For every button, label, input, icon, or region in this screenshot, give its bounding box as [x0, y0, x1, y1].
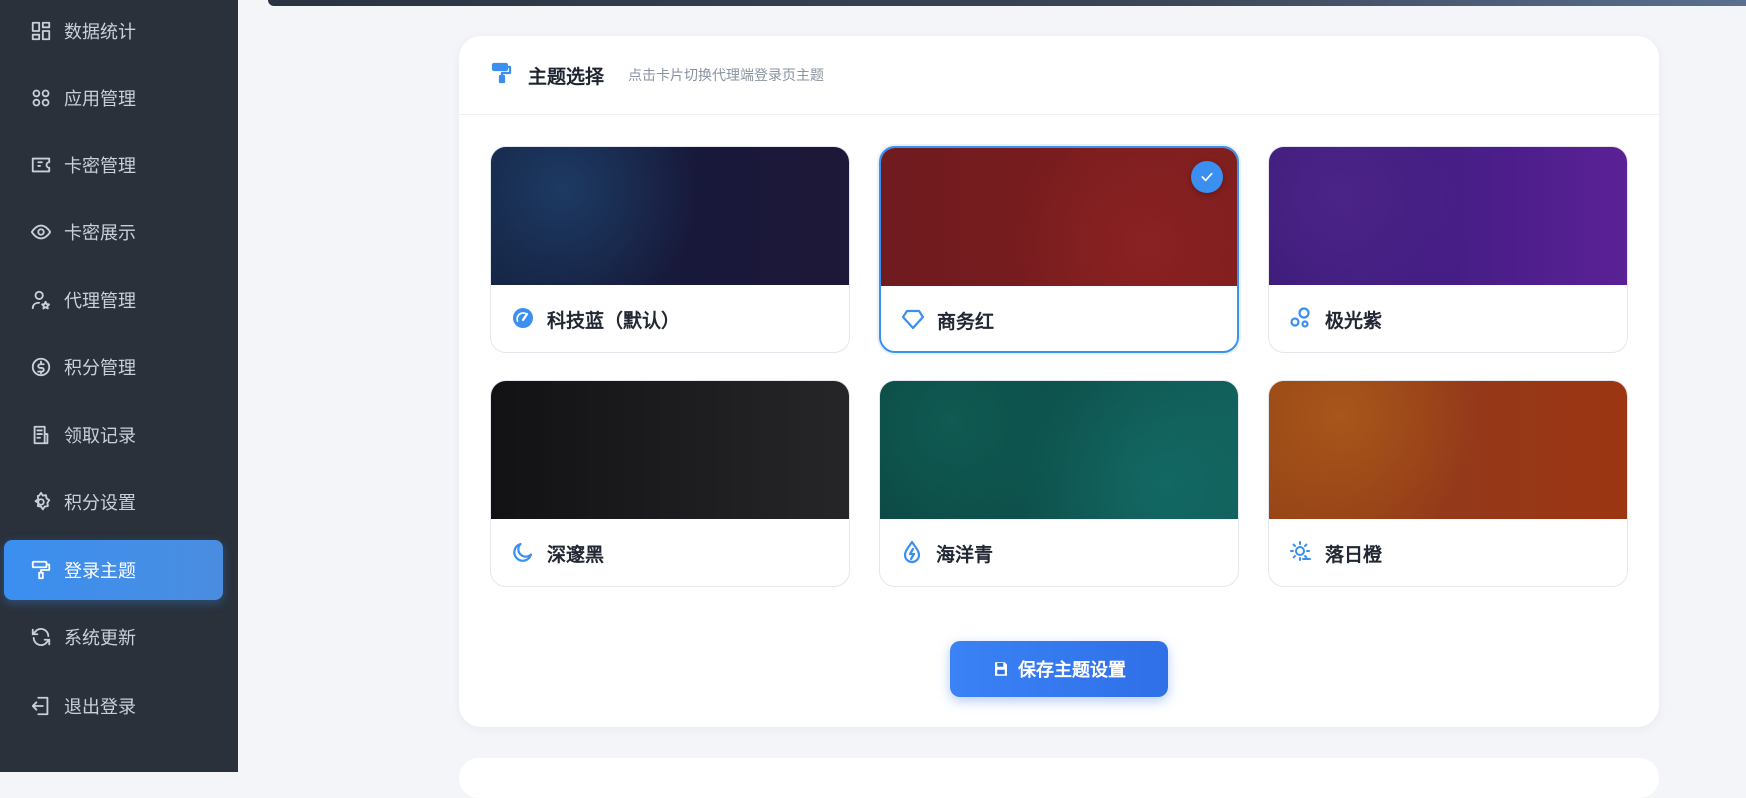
- save-icon: [995, 662, 1007, 676]
- save-theme-button[interactable]: 保存主题设置: [950, 641, 1168, 697]
- top-header-edge: [268, 0, 1746, 6]
- theme-preview: [881, 148, 1237, 286]
- save-button-label: 保存主题设置: [1018, 660, 1126, 681]
- sidebar-item-label: 退出登录: [64, 697, 136, 718]
- theme-preview: [880, 381, 1238, 519]
- sidebar-item-label: 登录主题: [64, 561, 136, 582]
- coin-icon: [30, 356, 52, 378]
- paint-roller-icon: [490, 61, 514, 89]
- theme-card-tech-blue[interactable]: 科技蓝（默认）: [490, 146, 850, 353]
- sidebar-item-label: 应用管理: [64, 89, 136, 110]
- sidebar: 数据统计 应用管理 卡密管理 卡密展示 代理管理 积分管理 领取记录 积分设置 …: [0, 0, 238, 772]
- sidebar-item-label: 积分设置: [64, 493, 136, 514]
- theme-card-sunset-orange[interactable]: 落日橙: [1268, 380, 1628, 587]
- theme-preview: [491, 147, 849, 285]
- sidebar-item-login-theme[interactable]: 登录主题: [4, 540, 223, 600]
- sidebar-item-system-update[interactable]: 系统更新: [4, 607, 223, 667]
- theme-label: 深邃黑: [547, 544, 605, 566]
- sidebar-item-claim-records[interactable]: 领取记录: [4, 405, 223, 465]
- sun-cloud-icon: [1289, 540, 1313, 568]
- sidebar-item-label: 卡密管理: [64, 156, 136, 177]
- bubbles-icon: [1289, 306, 1313, 334]
- apps-icon: [30, 87, 52, 109]
- panel-subtitle: 点击卡片切换代理端登录页主题: [628, 68, 825, 84]
- dashboard-icon: [30, 20, 52, 42]
- theme-card-business-red[interactable]: 商务红: [879, 146, 1239, 353]
- sidebar-item-label: 数据统计: [64, 22, 136, 43]
- theme-preview: [1269, 381, 1627, 519]
- panel-title: 主题选择: [528, 65, 605, 88]
- sidebar-item-dashboard[interactable]: 数据统计: [4, 1, 223, 61]
- paint-roller-icon: [30, 559, 52, 581]
- sidebar-item-label: 积分管理: [64, 358, 136, 379]
- sidebar-item-label: 领取记录: [64, 426, 136, 447]
- receipt-icon: [30, 424, 52, 446]
- sidebar-item-apps[interactable]: 应用管理: [4, 68, 223, 128]
- gear-icon: [30, 491, 52, 513]
- theme-label: 商务红: [937, 311, 995, 333]
- sidebar-item-points-settings[interactable]: 积分设置: [4, 472, 223, 532]
- eye-icon: [30, 221, 52, 243]
- theme-label: 极光紫: [1325, 310, 1383, 332]
- sidebar-item-label: 卡密展示: [64, 223, 136, 244]
- theme-panel: 主题选择 点击卡片切换代理端登录页主题 科技蓝（默认） 商务红 极光紫 深邃黑 …: [459, 36, 1659, 727]
- moon-icon: [511, 540, 535, 568]
- sidebar-item-points[interactable]: 积分管理: [4, 337, 223, 397]
- theme-label: 科技蓝（默认）: [547, 310, 681, 332]
- user-star-icon: [30, 289, 52, 311]
- selected-check-icon: [1191, 161, 1223, 193]
- ticket-icon: [30, 154, 52, 176]
- gauge-icon: [511, 306, 535, 334]
- theme-preview: [1269, 147, 1627, 285]
- sidebar-item-label: 系统更新: [64, 628, 136, 649]
- drop-bolt-icon: [900, 540, 924, 568]
- theme-label: 海洋青: [936, 544, 994, 566]
- panel-header: 主题选择 点击卡片切换代理端登录页主题: [459, 36, 1659, 115]
- theme-label: 落日橙: [1325, 544, 1383, 566]
- next-panel: [459, 758, 1659, 798]
- sidebar-item-label: 代理管理: [64, 291, 136, 312]
- theme-card-aurora-purple[interactable]: 极光紫: [1268, 146, 1628, 353]
- sidebar-item-agents[interactable]: 代理管理: [4, 270, 223, 330]
- logout-icon: [30, 695, 52, 717]
- refresh-icon: [30, 626, 52, 648]
- sidebar-item-card-keys[interactable]: 卡密管理: [4, 135, 223, 195]
- theme-card-deep-black[interactable]: 深邃黑: [490, 380, 850, 587]
- theme-card-ocean-cyan[interactable]: 海洋青: [879, 380, 1239, 587]
- diamond-icon: [901, 307, 925, 335]
- sidebar-item-card-display[interactable]: 卡密展示: [4, 202, 223, 262]
- theme-preview: [491, 381, 849, 519]
- sidebar-item-logout[interactable]: 退出登录: [4, 676, 223, 736]
